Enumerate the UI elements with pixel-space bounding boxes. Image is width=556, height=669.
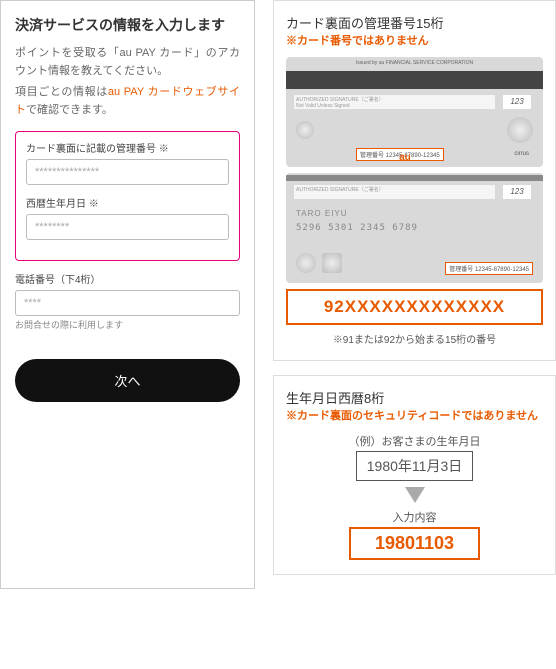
- highlighted-fields: カード裏面に記載の管理番号 ※ *************** 西暦生年月日 ※…: [15, 131, 240, 261]
- hologram-icon-2: [296, 253, 316, 273]
- arrow-down-icon: [405, 487, 425, 503]
- callout-birthdate: 生年月日西暦8桁 ※カード裏面のセキュリティコードではありません （例）お客さま…: [273, 375, 556, 574]
- management-number-format: 92XXXXXXXXXXXXX: [286, 289, 543, 325]
- form-panel: 決済サービスの情報を入力します ポイントを受取る「au PAY カード」のアカウ…: [0, 0, 255, 589]
- sig-sublabel: Not Valid Unless Signed: [296, 103, 350, 109]
- desc-prefix: 項目ごとの情報は: [15, 86, 108, 98]
- signature-strip: AUTHORIZED SIGNATURE（ご署名） Not Valid Unle…: [294, 95, 495, 109]
- card-back-sample-2: AUTHORIZED SIGNATURE（ご署名） 123 TARO EIYU …: [286, 173, 543, 283]
- field-birthdate: 西暦生年月日 ※ ********: [26, 195, 229, 240]
- next-button[interactable]: 次へ: [15, 359, 240, 402]
- label-management-number: カード裏面に記載の管理番号 ※: [26, 140, 229, 155]
- input-content-label: 入力内容: [286, 509, 543, 525]
- birthdate-example: （例）お客さまの生年月日 1980年11月3日 入力内容 19801103: [286, 433, 543, 560]
- management-number-highlight-2: 管理番号 12345-87890-12345: [445, 262, 533, 275]
- signature-strip-2: AUTHORIZED SIGNATURE（ご署名）: [294, 185, 495, 199]
- birthdate-result-box: 19801103: [349, 527, 480, 560]
- callout-management-number: カード裏面の管理番号15桁 ※カード番号ではありません Issued by au…: [273, 0, 556, 361]
- cardholder-name: TARO EIYU: [296, 209, 348, 219]
- cvv-box-2: 123: [503, 185, 531, 199]
- magnetic-stripe: [286, 71, 543, 89]
- callout2-warn: ※カード裏面のセキュリティコードではありません: [286, 409, 543, 424]
- callout2-title: 生年月日西暦8桁: [286, 388, 543, 407]
- hologram-icon: [507, 117, 533, 143]
- input-birthdate[interactable]: ********: [26, 214, 229, 240]
- page-title: 決済サービスの情報を入力します: [15, 15, 240, 35]
- card-issuer-text: Issued by au FINANCIAL SERVICE CORPORATI…: [286, 60, 543, 66]
- desc-suffix: で確認できます。: [26, 104, 113, 116]
- chip-icon: [296, 121, 314, 139]
- hint-phone: お問合せの際に利用します: [15, 318, 240, 331]
- chip-icon-2: [322, 253, 342, 273]
- input-management-number[interactable]: ***************: [26, 159, 229, 185]
- input-phone[interactable]: ****: [15, 290, 240, 316]
- callout1-warn: ※カード番号ではありません: [286, 34, 543, 49]
- card-pan: 5296 5301 2345 6789: [296, 223, 418, 233]
- example-label: （例）お客さまの生年月日: [286, 433, 543, 449]
- label-phone: 電話番号（下4桁）: [15, 271, 240, 286]
- description-1: ポイントを受取る「au PAY カード」のアカウント情報を教えてください。: [15, 45, 240, 80]
- explanation-panel: カード裏面の管理番号15桁 ※カード番号ではありません Issued by au…: [255, 0, 556, 589]
- example-date-box: 1980年11月3日: [356, 451, 473, 481]
- sig-label-2: AUTHORIZED SIGNATURE（ご署名）: [296, 187, 384, 193]
- cvv-box: 123: [503, 95, 531, 109]
- callout1-title: カード裏面の管理番号15桁: [286, 13, 543, 32]
- management-number-note: ※91または92から始まる15桁の番号: [286, 331, 543, 346]
- label-birthdate: 西暦生年月日 ※: [26, 195, 229, 210]
- field-phone: 電話番号（下4桁） **** お問合せの際に利用します: [15, 271, 240, 331]
- au-logo: au: [399, 152, 533, 163]
- card-back-sample-1: Issued by au FINANCIAL SERVICE CORPORATI…: [286, 57, 543, 167]
- description-2: 項目ごとの情報はau PAY カードウェブサイトで確認できます。: [15, 84, 240, 119]
- magnetic-stripe-2: [286, 175, 543, 181]
- field-management-number: カード裏面に記載の管理番号 ※ ***************: [26, 140, 229, 185]
